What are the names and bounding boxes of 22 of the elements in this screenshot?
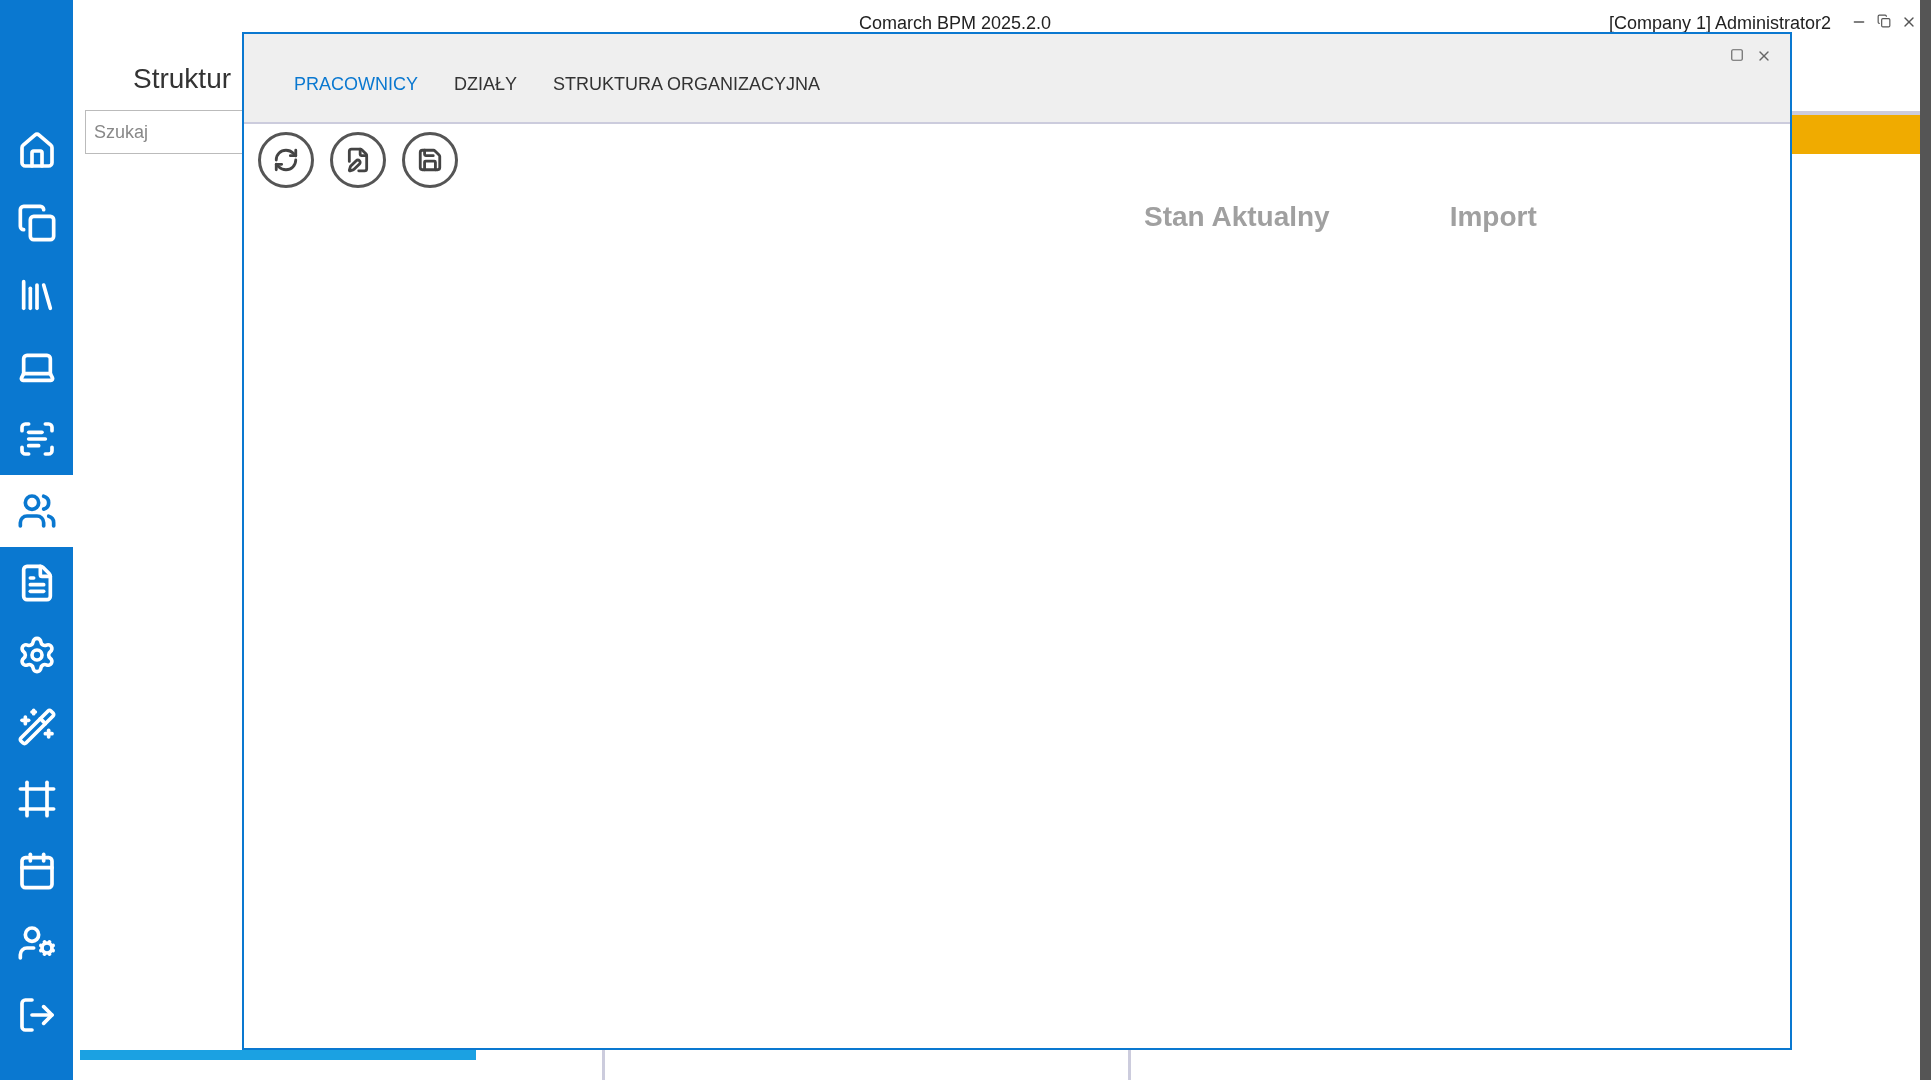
app-title: Comarch BPM 2025.2.0 [859, 12, 1052, 35]
tab[interactable]: DZIAŁY [454, 71, 518, 98]
documents-icon [16, 203, 57, 243]
search-field[interactable]: Szukaj [85, 110, 245, 154]
refresh-button[interactable] [258, 132, 314, 188]
tab[interactable]: STRUKTURA ORGANIZACYJNA [553, 71, 821, 98]
user-gear-icon [16, 923, 57, 963]
column-heading: Stan Aktualny [1144, 200, 1330, 234]
column-heading: Import [1449, 200, 1537, 234]
people-icon [16, 491, 57, 531]
magic-wand-icon [16, 707, 57, 747]
tab[interactable]: PRACOWNICY [294, 71, 418, 98]
page-heading: Struktur [133, 62, 233, 96]
save-button[interactable] [402, 132, 458, 188]
frame-icon [16, 779, 57, 819]
edit-icon [345, 147, 371, 173]
maximize-icon[interactable] [1730, 48, 1744, 62]
sidebar-item[interactable] [0, 475, 73, 547]
scrollbar[interactable] [1920, 0, 1931, 1080]
restore-icon[interactable] [1877, 14, 1891, 28]
edit-button[interactable] [330, 132, 386, 188]
refresh-icon [273, 147, 299, 173]
